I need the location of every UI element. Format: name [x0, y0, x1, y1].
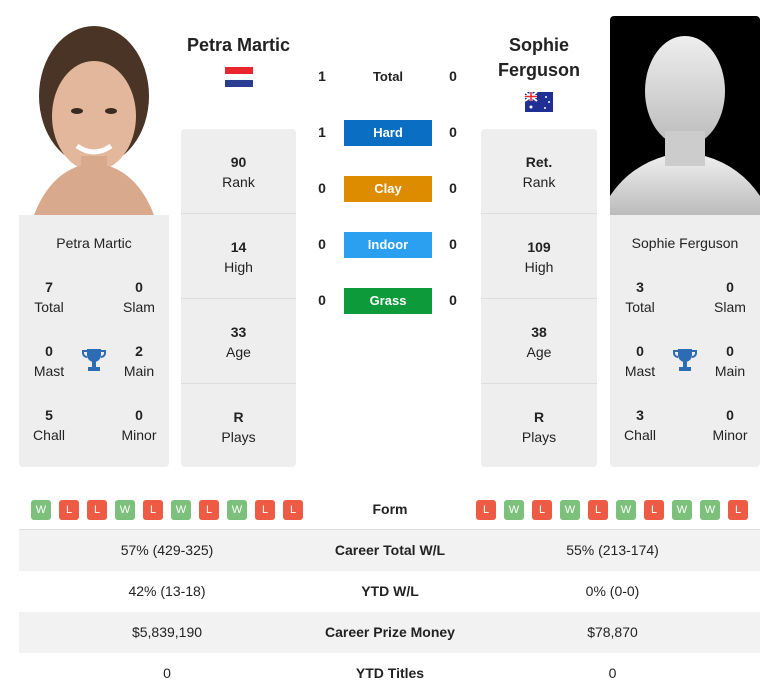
table-row: 0 YTD Titles 0: [163, 665, 617, 681]
form-badge-win[interactable]: W: [171, 500, 191, 521]
p2-rank: Ret. Rank: [481, 129, 597, 214]
form-badge-loss[interactable]: L: [87, 500, 107, 521]
p2-total: 3 Total: [625, 279, 655, 315]
form-badge-win[interactable]: W: [31, 500, 51, 521]
p1-chall: 5 Chall: [33, 407, 65, 443]
form-badge-loss[interactable]: L: [255, 500, 275, 521]
player2-name[interactable]: Sophie Ferguson: [481, 33, 597, 83]
form-badge-loss[interactable]: L: [199, 500, 219, 521]
form-badge-loss[interactable]: L: [59, 500, 79, 521]
form-label: Form: [372, 501, 408, 517]
player2-titles-card: Sophie Ferguson 3 Total 0 Slam 0 Mast 0 Main…: [610, 215, 760, 467]
form-badge-loss[interactable]: L: [476, 500, 496, 521]
p2-slam: 0 Slam: [714, 279, 746, 315]
form-badge-win[interactable]: W: [115, 500, 135, 521]
p2-mast: 0 Mast: [624, 343, 656, 379]
p1-minor: 0 Minor: [121, 407, 157, 443]
p1-high: 14 High: [181, 214, 296, 299]
form-badge-loss[interactable]: L: [283, 500, 303, 521]
p1-plays: R Plays: [221, 409, 256, 445]
p1-main: 2 Main: [123, 343, 155, 379]
table-row: 42% (13-18) YTD W/L 0% (0-0): [128, 583, 640, 599]
player1-name[interactable]: Petra Martic: [181, 33, 296, 58]
player2-photo-placeholder: [610, 16, 760, 215]
player2-form: LWLWLWLWWL: [465, 489, 760, 530]
form-badge-win[interactable]: W: [227, 500, 247, 521]
player1-card-name: Petra Martic: [56, 235, 132, 251]
form-badge-win[interactable]: W: [672, 500, 692, 521]
p1-rank: 90 Rank: [181, 129, 296, 214]
trophy-icon: [82, 347, 106, 376]
p1-mast: 0 Mast: [33, 343, 65, 379]
h2h-total: 1 Total 0: [318, 68, 457, 84]
p2-high: 109 High: [481, 214, 597, 299]
form-badge-win[interactable]: W: [616, 500, 636, 521]
p2-chall: 3 Chall: [624, 407, 656, 443]
form-row: WLLWLWLWLL Form LWLWLWLWWL: [19, 489, 760, 530]
player2-card-name: Sophie Ferguson: [631, 235, 739, 251]
table-row: 57% (429-325) Career Total W/L 55% (213-17…: [19, 530, 760, 571]
table-row: $5,839,190 Career Prize Money $78,870: [19, 612, 760, 653]
h2h-grass: 0 Grass 0: [310, 288, 470, 314]
p1-total: 7 Total: [34, 279, 64, 315]
trophy-icon: [673, 347, 697, 376]
player1-stats-card: 90 Rank 14 High 33 Age R Plays: [181, 129, 296, 467]
form-badge-loss[interactable]: L: [143, 500, 163, 521]
form-badge-win[interactable]: W: [504, 500, 524, 521]
h2h-indoor: 0 Indoor 0: [310, 232, 470, 258]
player2-stats-card: Ret. Rank 109 High 38 Age R Plays: [481, 129, 597, 467]
form-badge-loss[interactable]: L: [532, 500, 552, 521]
p2-minor: 0 Minor: [712, 407, 748, 443]
p1-slam: 0 Slam: [123, 279, 155, 315]
p2-main: 0 Main: [714, 343, 746, 379]
form-badge-loss[interactable]: L: [588, 500, 608, 521]
player1-photo: [19, 16, 169, 215]
player1-titles-card: Petra Martic 7 Total 0 Slam 0 Mast 2 Main 5C…: [19, 215, 169, 467]
h2h-clay: 0 Clay 0: [310, 176, 470, 202]
croatia-flag-icon: [225, 67, 253, 87]
australia-flag-icon: [524, 91, 553, 112]
h2h-hard: 1 Hard 0: [310, 120, 470, 146]
p2-plays: R Plays: [521, 409, 557, 445]
form-badge-win[interactable]: W: [700, 500, 720, 521]
p1-age: 33 Age: [181, 299, 296, 384]
p2-age: 38 Age: [481, 299, 597, 384]
form-badge-loss[interactable]: L: [728, 500, 748, 521]
form-badge-loss[interactable]: L: [644, 500, 664, 521]
player1-form: WLLWLWLWLL: [19, 489, 315, 530]
form-badge-win[interactable]: W: [560, 500, 580, 521]
